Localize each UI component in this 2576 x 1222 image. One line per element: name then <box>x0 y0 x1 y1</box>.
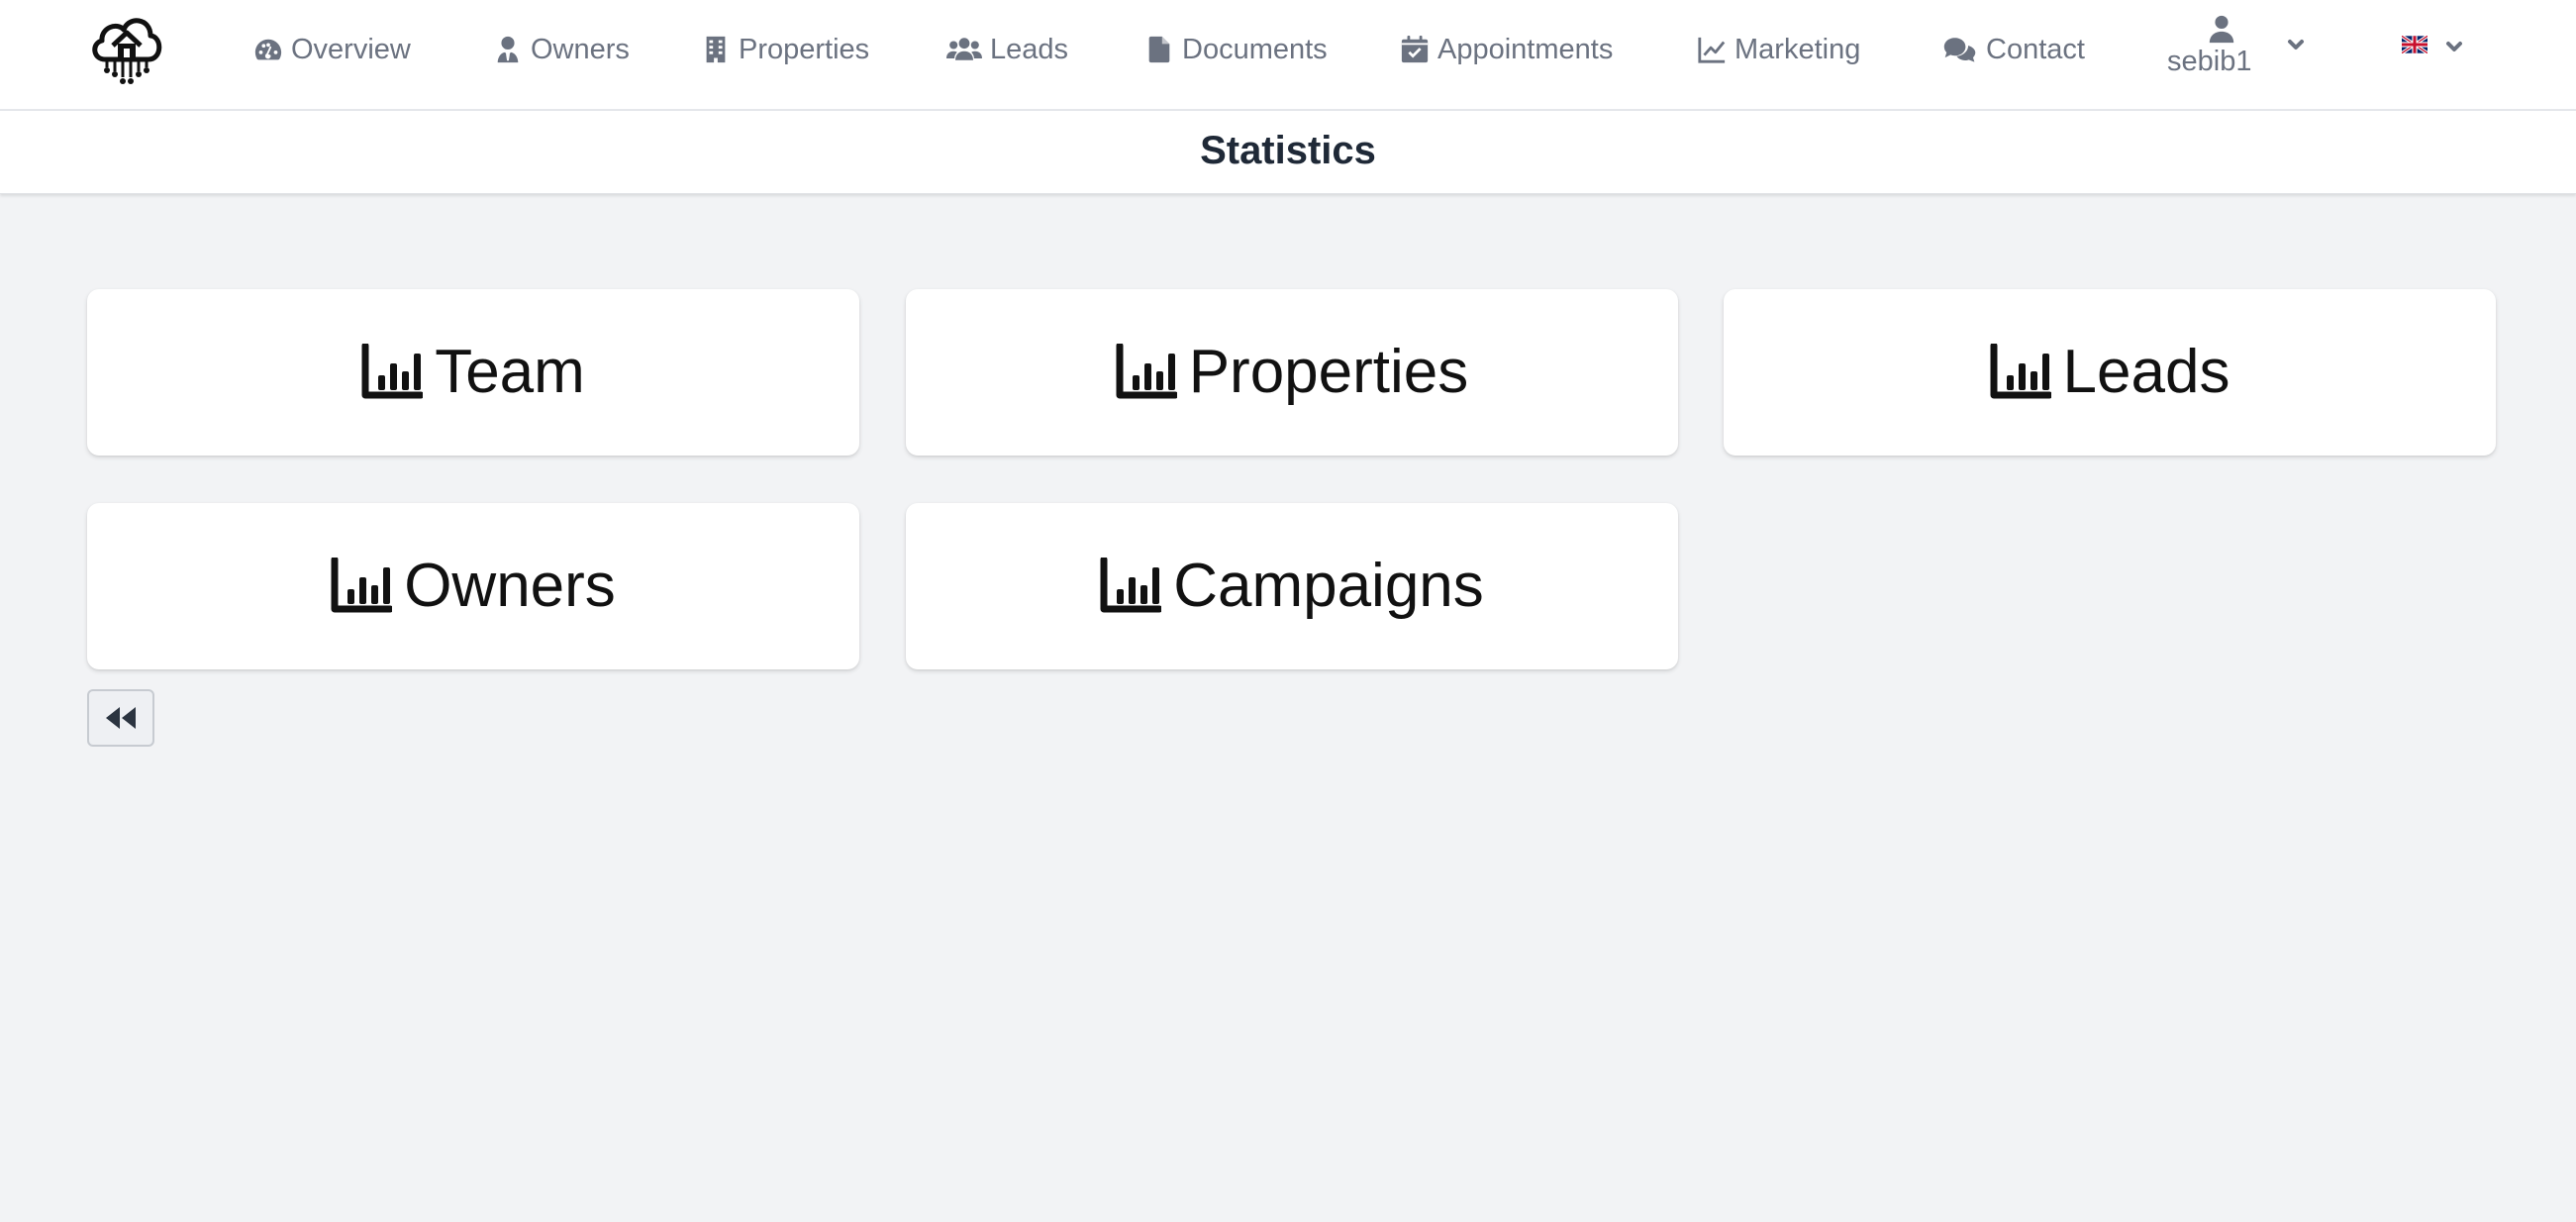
page-title: Statistics <box>1200 129 1376 172</box>
user-icon <box>2207 14 2236 44</box>
nav-appointments-label: Appointments <box>1437 33 1614 65</box>
chart-line-icon <box>1695 33 1729 66</box>
stats-card-leads[interactable]: Leads <box>1724 289 2496 456</box>
nav-leads-label: Leads <box>990 33 1069 65</box>
language-dropdown[interactable] <box>2400 30 2475 65</box>
calendar-check-icon <box>1398 33 1432 66</box>
nav-contact[interactable]: Contact <box>1940 26 2085 73</box>
uk-flag-icon <box>2401 34 2428 55</box>
user-menu-dropdown[interactable]: sebib1 <box>2160 12 2309 81</box>
page-header: Statistics <box>0 111 2576 194</box>
nav-contact-label: Contact <box>1986 33 2085 65</box>
gauge-icon <box>251 33 285 66</box>
file-icon <box>1142 33 1176 66</box>
card-label: Campaigns <box>1173 552 1484 620</box>
chevron-down-icon <box>2443 36 2465 62</box>
chart-bar-icon <box>1100 558 1162 615</box>
nav-marketing[interactable]: Marketing <box>1695 26 1860 73</box>
card-label: Leads <box>2062 338 2230 406</box>
back-button[interactable] <box>87 689 154 747</box>
nav-appointments[interactable]: Appointments <box>1398 26 1613 73</box>
nav-properties-label: Properties <box>739 33 870 65</box>
nav-marketing-label: Marketing <box>1734 33 1861 65</box>
nav-properties[interactable]: Properties <box>699 26 869 73</box>
nav-owners[interactable]: Owners <box>491 26 630 73</box>
card-label: Team <box>435 338 585 406</box>
nav-overview[interactable]: Overview <box>251 26 411 73</box>
stats-card-properties[interactable]: Properties <box>906 289 1678 456</box>
stats-card-campaigns[interactable]: Campaigns <box>906 503 1678 669</box>
top-navbar: Overview Owners Properties Leads Documen… <box>0 0 2576 111</box>
stats-card-team[interactable]: Team <box>87 289 859 456</box>
nav-owners-label: Owners <box>531 33 630 65</box>
nav-overview-label: Overview <box>291 33 411 65</box>
user-name: sebib1 <box>2167 46 2252 77</box>
chart-bar-icon <box>361 344 424 401</box>
nav-documents[interactable]: Documents <box>1142 26 1328 73</box>
user-tie-icon <box>491 33 525 66</box>
users-icon <box>944 33 984 66</box>
nav-leads[interactable]: Leads <box>944 26 1068 73</box>
comments-icon <box>1940 33 1980 66</box>
card-label: Owners <box>404 552 616 620</box>
nav-documents-label: Documents <box>1182 33 1328 65</box>
stats-card-owners[interactable]: Owners <box>87 503 859 669</box>
cloud-house-logo-icon[interactable] <box>87 8 166 87</box>
chart-bar-icon <box>331 558 393 615</box>
backward-icon <box>103 705 139 731</box>
card-label: Properties <box>1188 338 1469 406</box>
building-icon <box>699 33 733 66</box>
chevron-down-icon <box>2285 34 2307 55</box>
chart-bar-icon <box>1116 344 1177 401</box>
chart-bar-icon <box>1990 344 2051 401</box>
